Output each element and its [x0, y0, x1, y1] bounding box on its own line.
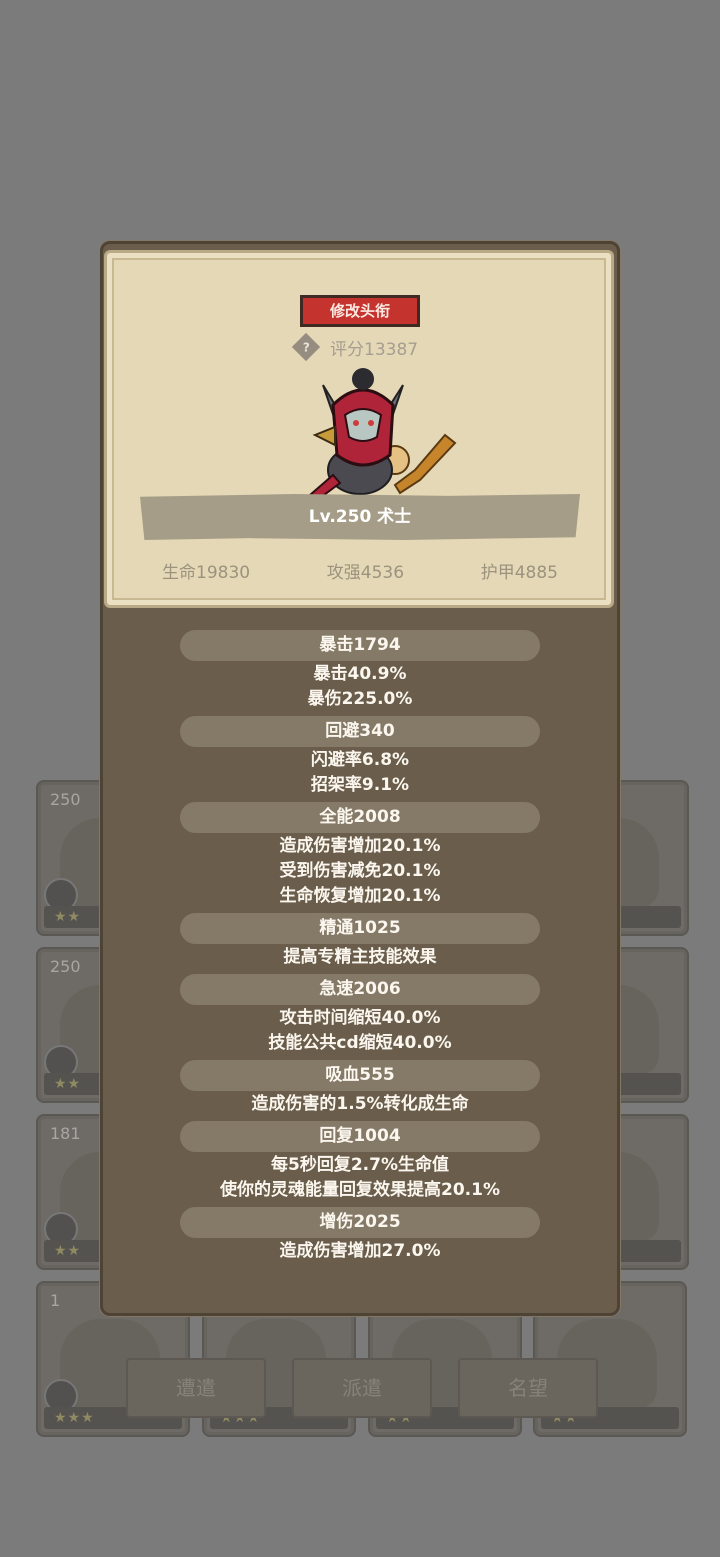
tab-recruit[interactable]: 遭遣 [126, 1358, 266, 1418]
stat-damage-boost-title: 增伤2025 [180, 1207, 540, 1238]
armor-stat: 护甲4885 [480, 563, 558, 583]
stat-detail: 攻击时间缩短40.0% [279, 1008, 441, 1028]
hp-stat: 生命19830 [162, 563, 251, 583]
stat-detail: 造成伤害增加20.1% [279, 836, 441, 856]
stat-detail: 提高专精主技能效果 [283, 947, 437, 967]
score-text: 评分13387 [330, 339, 419, 360]
hero-level: 250 [50, 790, 81, 809]
hero-level: 181 [50, 1124, 81, 1143]
stat-detail: 暴伤225.0% [307, 689, 413, 709]
hero-name-bar: Lv.250 术士 [140, 494, 580, 540]
stat-evasion-title: 回避340 [180, 716, 540, 747]
stat-lifesteal-title: 吸血555 [180, 1060, 540, 1091]
stat-detail: 技能公共cd缩短40.0% [268, 1033, 452, 1053]
stat-detail: 暴击40.9% [313, 664, 407, 684]
hero-level: 250 [50, 957, 81, 976]
stat-mastery-title: 精通1025 [180, 913, 540, 944]
detail-stats-list: 暴击1794 暴击40.9% 暴伤225.0% 回避340 闪避率6.8% 招架… [180, 630, 540, 1264]
stat-detail: 生命恢复增加20.1% [279, 886, 441, 906]
stat-detail: 受到伤害减免20.1% [279, 861, 441, 881]
stat-crit-title: 暴击1794 [180, 630, 540, 661]
stat-detail: 每5秒回复2.7%生命值 [271, 1155, 449, 1175]
attack-stat: 攻强4536 [326, 563, 405, 583]
help-icon[interactable]: ? [291, 332, 321, 362]
hero-portrait [307, 368, 457, 500]
stat-detail: 造成伤害增加27.0% [279, 1241, 441, 1261]
stat-regen-title: 回复1004 [180, 1121, 540, 1152]
hero-level: 1 [50, 1291, 61, 1310]
tab-dispatch[interactable]: 派遣 [292, 1358, 432, 1418]
tab-reputation[interactable]: 名望 [458, 1358, 598, 1418]
basic-stats-row: 生命19830 攻强4536 护甲4885 [140, 558, 580, 584]
score-row: ? 评分13387 [291, 332, 419, 362]
stat-haste-title: 急速2006 [180, 974, 540, 1005]
stat-detail: 闪避率6.8% [310, 750, 410, 770]
rename-title-button[interactable]: 修改头衔 [300, 295, 420, 327]
stat-detail: 造成伤害的1.5%转化成生命 [251, 1094, 469, 1114]
stat-detail: 招架率9.1% [310, 775, 410, 795]
stat-detail: 使你的灵魂能量回复效果提高20.1% [220, 1180, 500, 1200]
stat-versatility-title: 全能2008 [180, 802, 540, 833]
